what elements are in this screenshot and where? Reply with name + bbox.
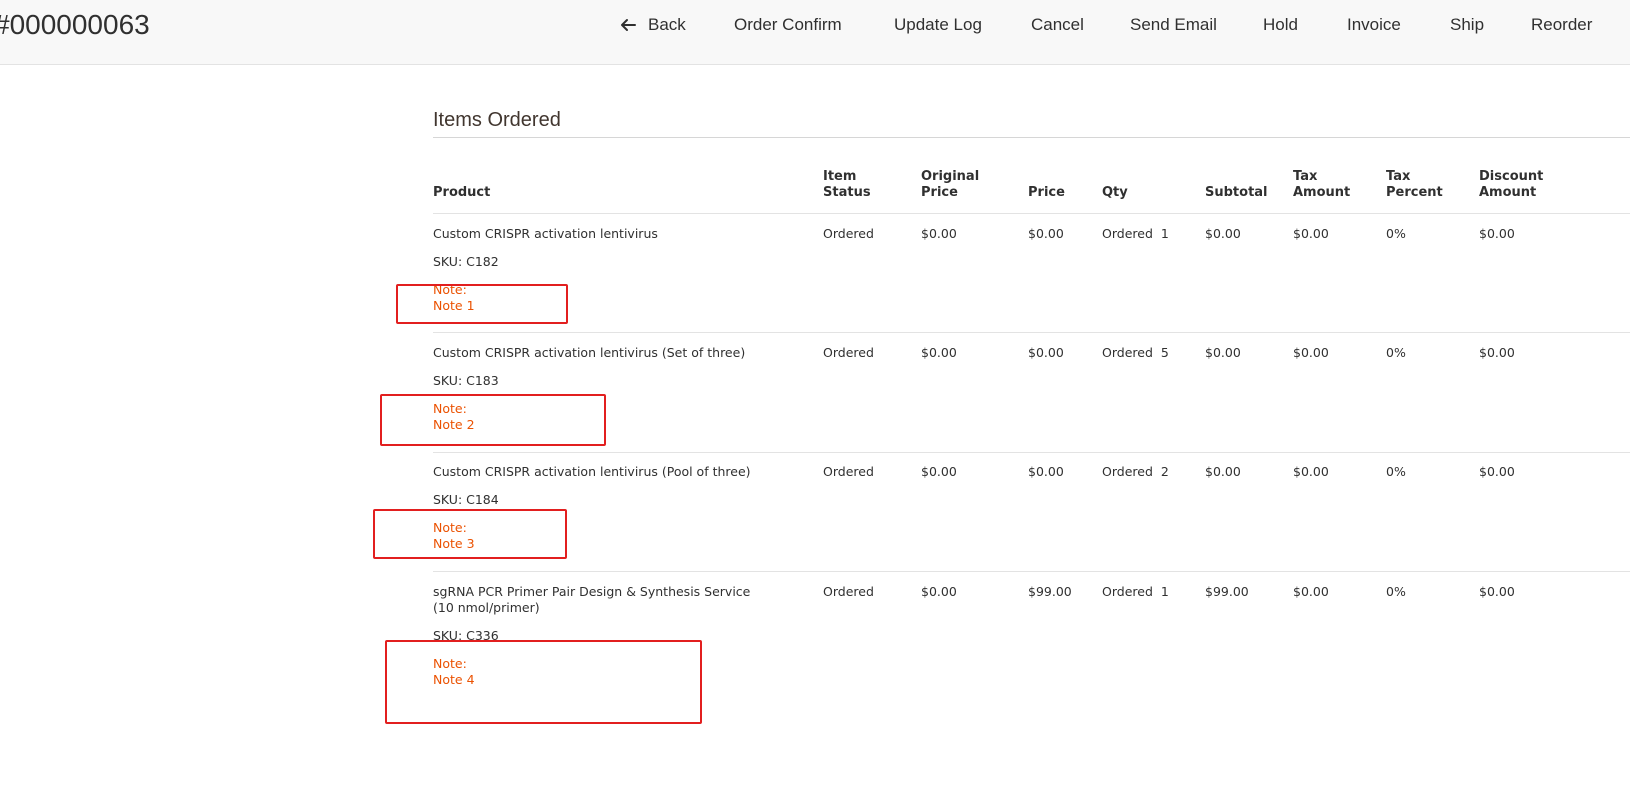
qty: Ordered 5	[1102, 345, 1169, 360]
row-divider	[433, 571, 1630, 572]
tax-percent: 0%	[1386, 226, 1406, 241]
tax-amount: $0.00	[1293, 226, 1329, 241]
original-price: $0.00	[921, 464, 957, 479]
qty: Ordered 2	[1102, 464, 1169, 479]
tax-percent: 0%	[1386, 464, 1406, 479]
product-sku: SKU: C184	[433, 492, 499, 507]
note-highlight-box	[373, 509, 567, 559]
note-highlight-box	[380, 394, 606, 446]
column-header-subtotal: Subtotal	[1205, 185, 1268, 200]
row-divider	[433, 332, 1630, 333]
arrow-left-icon	[620, 16, 636, 32]
order-confirm-button[interactable]: Order Confirm	[734, 13, 842, 37]
note-highlight-box	[385, 640, 702, 724]
cancel-button[interactable]: Cancel	[1031, 13, 1084, 37]
tax-amount: $0.00	[1293, 464, 1329, 479]
item-status: Ordered	[823, 584, 874, 599]
tax-amount: $0.00	[1293, 345, 1329, 360]
original-price: $0.00	[921, 584, 957, 599]
invoice-button[interactable]: Invoice	[1347, 13, 1401, 37]
subtotal: $0.00	[1205, 345, 1241, 360]
qty: Ordered 1	[1102, 584, 1169, 599]
column-header-original-price: Original Price	[921, 169, 980, 200]
column-header-discount-amount: Discount Amount	[1479, 169, 1544, 200]
price: $0.00	[1028, 464, 1064, 479]
column-header-qty: Qty	[1102, 185, 1128, 200]
items-ordered-title: Items Ordered	[433, 109, 561, 131]
product-sku: SKU: C182	[433, 254, 499, 269]
discount-amount: $0.00	[1479, 584, 1515, 599]
reorder-button[interactable]: Reorder	[1531, 13, 1592, 37]
item-status: Ordered	[823, 345, 874, 360]
column-header-tax-amount: Tax Amount	[1293, 169, 1351, 200]
column-header-product: Product	[433, 185, 491, 200]
discount-amount: $0.00	[1479, 345, 1515, 360]
column-header-item-status: Item Status	[823, 169, 871, 200]
discount-amount: $0.00	[1479, 464, 1515, 479]
product-name: Custom CRISPR activation lentivirus (Poo…	[433, 464, 751, 479]
price: $0.00	[1028, 345, 1064, 360]
subtotal: $99.00	[1205, 584, 1249, 599]
tax-percent: 0%	[1386, 584, 1406, 599]
product-name: Custom CRISPR activation lentivirus	[433, 226, 658, 241]
subtotal: $0.00	[1205, 464, 1241, 479]
column-header-price: Price	[1028, 185, 1065, 200]
item-status: Ordered	[823, 226, 874, 241]
qty: Ordered 1	[1102, 226, 1169, 241]
order-number-title: #000000063	[0, 9, 150, 40]
note-highlight-box	[396, 284, 568, 324]
tax-amount: $0.00	[1293, 584, 1329, 599]
tax-percent: 0%	[1386, 345, 1406, 360]
back-button-label: Back	[648, 15, 686, 34]
section-divider	[433, 137, 1630, 138]
back-button[interactable]: Back	[620, 13, 686, 37]
subtotal: $0.00	[1205, 226, 1241, 241]
discount-amount: $0.00	[1479, 226, 1515, 241]
product-name: Custom CRISPR activation lentivirus (Set…	[433, 345, 746, 360]
send-email-button[interactable]: Send Email	[1130, 13, 1217, 37]
page-header: #000000063 Back Order Confirm Update Log…	[0, 0, 1630, 65]
item-status: Ordered	[823, 464, 874, 479]
original-price: $0.00	[921, 226, 957, 241]
row-divider	[433, 452, 1630, 453]
original-price: $0.00	[921, 345, 957, 360]
update-log-button[interactable]: Update Log	[894, 13, 982, 37]
price: $99.00	[1028, 584, 1072, 599]
ship-button[interactable]: Ship	[1450, 13, 1484, 37]
table-header-divider	[433, 213, 1630, 214]
hold-button[interactable]: Hold	[1263, 13, 1298, 37]
column-header-tax-percent: Tax Percent	[1386, 169, 1443, 200]
price: $0.00	[1028, 226, 1064, 241]
product-name: sgRNA PCR Primer Pair Design & Synthesis…	[433, 584, 751, 615]
product-sku: SKU: C183	[433, 373, 499, 388]
